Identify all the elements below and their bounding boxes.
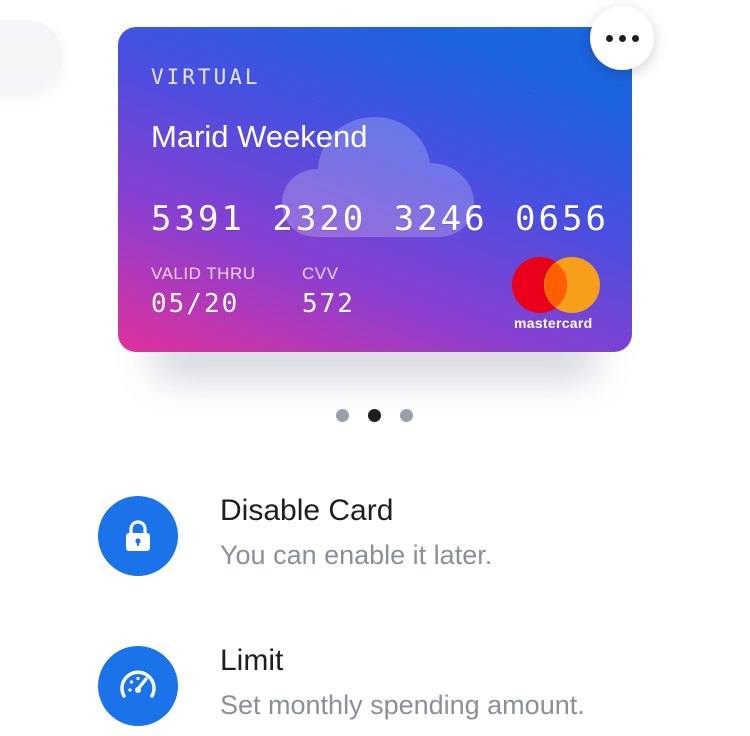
pager-dot-active[interactable]: [368, 409, 381, 422]
card-number: 5391 2320 3246 0656: [151, 199, 609, 239]
disable-card-action[interactable]: Disable Card You can enable it later.: [98, 494, 698, 586]
action-title: Disable Card: [220, 494, 394, 527]
more-dot-icon: [605, 34, 613, 42]
speedometer-icon: [120, 670, 156, 698]
disable-card-icon-circle[interactable]: [98, 496, 178, 576]
mastercard-logo-icon: [512, 257, 600, 313]
limit-icon-circle[interactable]: [98, 646, 178, 726]
card-screen: VIRTUAL Marid Weekend 5391 2320 3246 065…: [0, 0, 750, 736]
virtual-card[interactable]: VIRTUAL Marid Weekend 5391 2320 3246 065…: [118, 27, 632, 352]
previous-card-peek[interactable]: [0, 20, 62, 90]
lock-icon: [126, 520, 150, 551]
more-options-button[interactable]: [590, 6, 654, 70]
valid-thru-value: 05/20: [151, 289, 240, 319]
action-subtitle: Set monthly spending amount.: [220, 690, 585, 720]
limit-action[interactable]: Limit Set monthly spending amount.: [98, 644, 698, 736]
card-type-label: VIRTUAL: [151, 65, 261, 89]
pager-dot[interactable]: [400, 409, 413, 422]
cvv-label: CVV: [302, 264, 339, 283]
action-subtitle: You can enable it later.: [220, 540, 493, 570]
card-holder-name: Marid Weekend: [151, 119, 368, 154]
action-title: Limit: [220, 644, 284, 677]
valid-thru-label: VALID THRU: [151, 264, 256, 283]
mastercard-wordmark: mastercard: [514, 315, 593, 331]
more-dot-icon: [631, 34, 639, 42]
more-dot-icon: [618, 34, 626, 42]
cvv-value: 572: [302, 289, 355, 319]
card-pager: [336, 409, 413, 422]
pager-dot[interactable]: [336, 409, 349, 422]
